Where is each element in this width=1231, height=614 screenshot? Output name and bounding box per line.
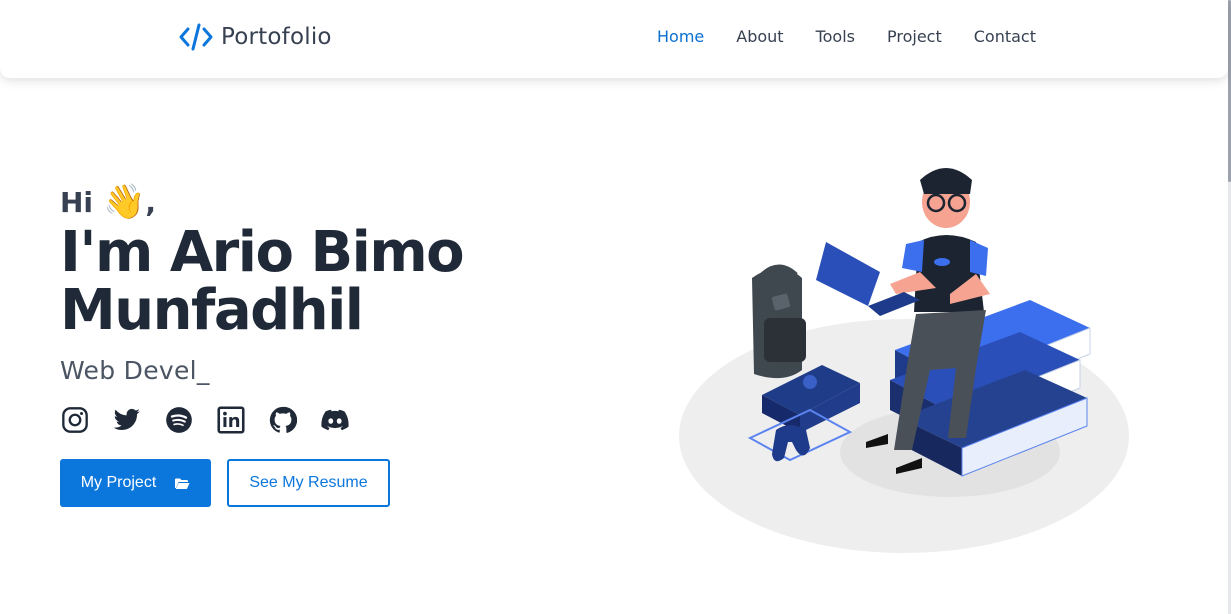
hero-role: Web Devel_ <box>60 356 210 385</box>
linkedin-icon[interactable] <box>216 405 246 435</box>
greeting-text: Hi <box>60 185 94 219</box>
hero-name-line1: I'm Ario Bimo <box>60 220 465 285</box>
code-icon <box>179 23 213 51</box>
my-project-button[interactable]: My Project <box>60 459 211 507</box>
hero-section: Hi 👋 , I'm Ario Bimo Munfadhil Web Devel… <box>60 180 620 507</box>
see-resume-button[interactable]: See My Resume <box>227 459 390 507</box>
folder-open-icon <box>175 478 190 489</box>
nav-link-home[interactable]: Home <box>657 27 704 46</box>
backpack-icon <box>752 264 806 379</box>
hero-illustration <box>670 160 1140 560</box>
nav-link-about[interactable]: About <box>736 27 783 46</box>
greeting-suffix: , <box>145 185 157 219</box>
waving-hand-icon: 👋 <box>103 182 146 222</box>
nav-link-contact[interactable]: Contact <box>974 27 1036 46</box>
twitter-icon[interactable] <box>112 405 142 435</box>
discord-icon[interactable] <box>320 405 350 435</box>
my-project-label: My Project <box>80 474 157 491</box>
nav-links: Home About Tools Project Contact <box>657 27 1068 46</box>
nav-link-tools[interactable]: Tools <box>816 27 855 46</box>
github-icon[interactable] <box>268 405 298 435</box>
nav-link-project[interactable]: Project <box>887 27 942 46</box>
brand[interactable]: Portofolio <box>179 22 332 52</box>
greeting: Hi 👋 , <box>60 180 620 224</box>
spotify-icon[interactable] <box>164 405 194 435</box>
hero-buttons: My Project See My Resume <box>60 459 620 507</box>
brand-label: Portofolio <box>221 24 332 50</box>
hero-name-line2: Munfadhil <box>60 278 364 343</box>
navbar: Portofolio Home About Tools Project Cont… <box>0 0 1228 78</box>
instagram-icon[interactable] <box>60 405 90 435</box>
social-links <box>60 405 620 435</box>
